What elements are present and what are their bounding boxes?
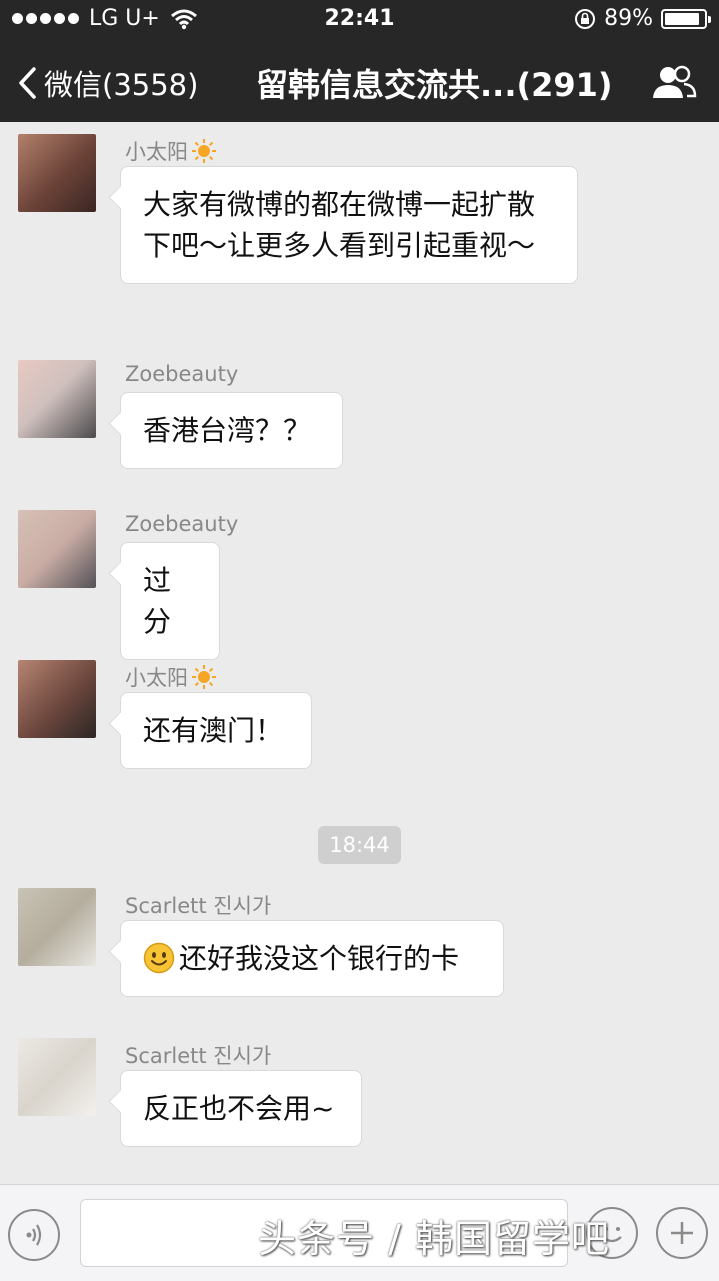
message-bubble[interactable]: 大家有微博的都在微博一起扩散下吧～让更多人看到引起重视～ <box>120 166 578 284</box>
watermark: 头条号 / 韩国留学吧 <box>258 1217 610 1261</box>
message-text: 还好我没这个银行的卡 <box>179 942 460 975</box>
sun-icon <box>192 665 216 689</box>
plus-icon <box>671 1222 693 1244</box>
message-bubble[interactable]: 香港台湾？？ <box>120 392 343 469</box>
sun-icon <box>192 139 216 163</box>
group-members-icon[interactable] <box>651 64 697 100</box>
sender-name: 小太阳 <box>125 136 217 166</box>
avatar[interactable] <box>18 360 96 438</box>
avatar[interactable] <box>18 1038 96 1116</box>
sender-name: Zoebeauty <box>125 362 239 386</box>
avatar[interactable] <box>18 888 96 966</box>
avatar[interactable] <box>18 510 96 588</box>
message-bubble[interactable]: 反正也不会用~ <box>120 1070 362 1147</box>
more-button[interactable] <box>656 1207 708 1259</box>
chevron-left-icon <box>19 67 36 99</box>
avatar[interactable] <box>18 660 96 738</box>
battery-percent: 89% <box>604 6 653 31</box>
avatar[interactable] <box>18 134 96 212</box>
message-bubble[interactable]: 过分 <box>120 542 220 660</box>
back-button[interactable]: 微信(3558) <box>16 62 198 104</box>
sender-name: Zoebeauty <box>125 512 239 536</box>
back-label: 微信(3558) <box>44 68 199 102</box>
message-bubble[interactable]: 还有澳门！ <box>120 692 312 769</box>
rotation-lock-icon <box>575 8 596 29</box>
chat-title: 留韩信息交流共...(291) <box>256 66 613 104</box>
timestamp-divider: 18:44 <box>318 826 401 864</box>
battery-level <box>665 12 699 25</box>
status-bar: LG U+ 22:41 89% <box>0 0 719 40</box>
message-list[interactable]: 小太阳 大家有微博的都在微博一起扩散下吧～让更多人看到引起重视～ Zoebeau… <box>0 122 719 1184</box>
status-right: 89% <box>574 6 711 31</box>
sender-name: Scarlett 진시가 <box>125 894 272 918</box>
battery-icon <box>661 8 711 29</box>
sender-name: 小太阳 <box>125 662 217 692</box>
smiley-icon <box>143 942 175 974</box>
voice-icon <box>26 1224 42 1246</box>
message-bubble[interactable]: 还好我没这个银行的卡 <box>120 920 504 997</box>
voice-button[interactable] <box>8 1209 60 1261</box>
chat-header: 微信(3558) 留韩信息交流共...(291) <box>0 40 719 122</box>
sender-name: Scarlett 진시가 <box>125 1044 272 1068</box>
